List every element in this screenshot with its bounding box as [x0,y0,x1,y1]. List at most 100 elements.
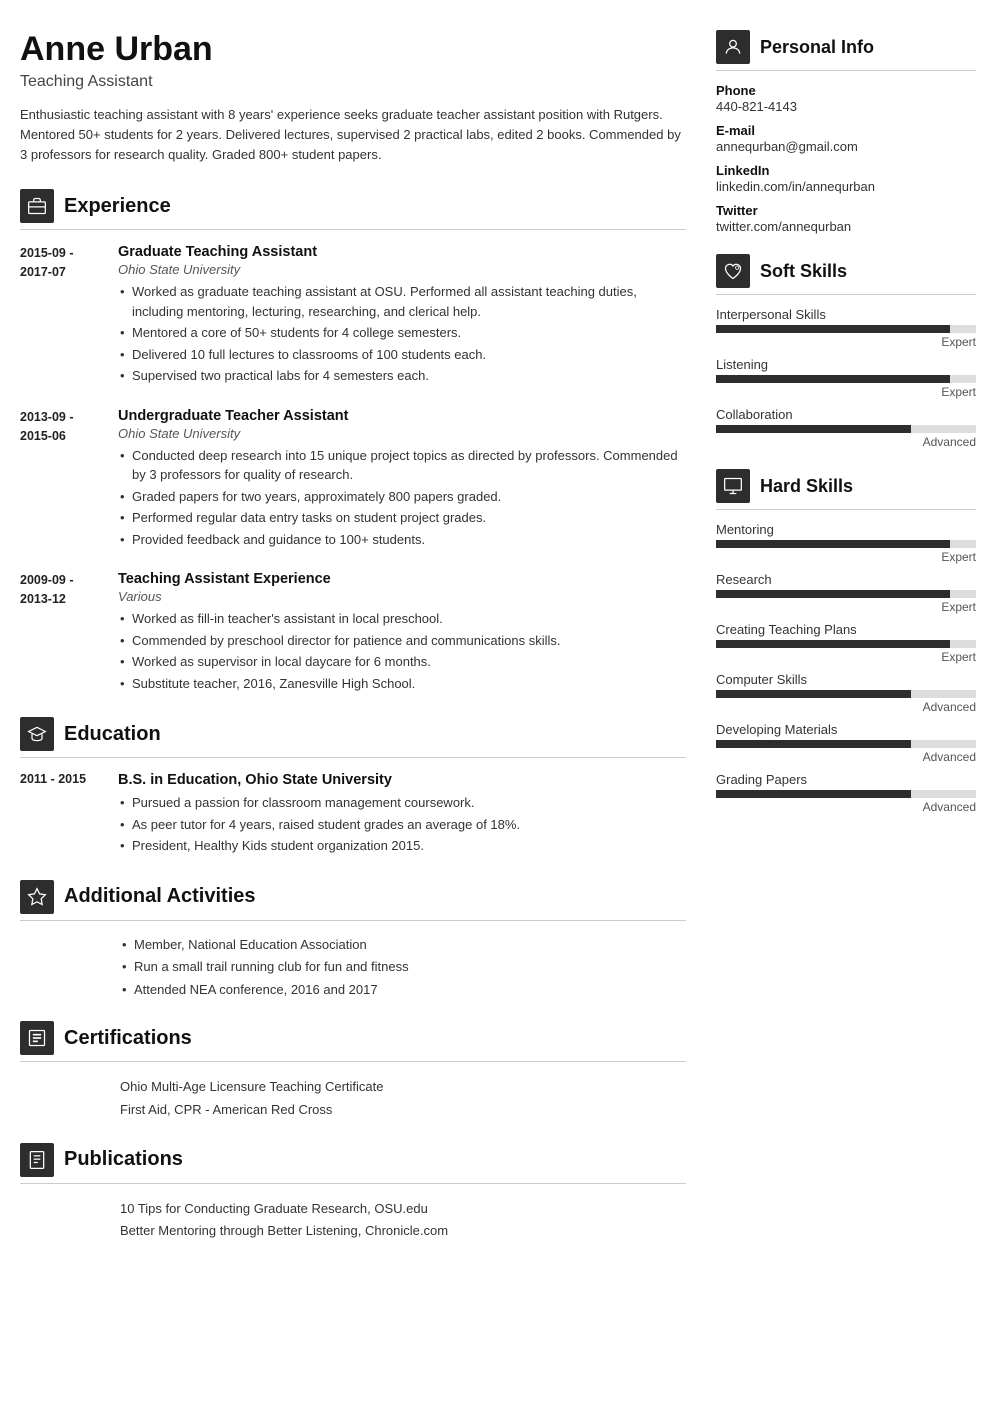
personal-info-icon [716,30,750,64]
email-value: annequrban@gmail.com [716,139,976,154]
edu-entry-1: 2011 - 2015 B.S. in Education, Ohio Stat… [20,772,686,858]
candidate-name: Anne Urban [20,30,686,69]
edu-bullet: President, Healthy Kids student organiza… [118,836,686,856]
hard-skill-item: Grading Papers Advanced [716,772,976,814]
skill-level: Advanced [716,435,976,449]
exp-org-2: Ohio State University [118,426,686,441]
exp-bullet: Delivered 10 full lectures to classrooms… [118,345,686,365]
exp-content-3: Teaching Assistant Experience Various Wo… [118,571,686,695]
skill-bar-fill [716,790,911,798]
certifications-divider [20,1061,686,1062]
linkedin-value: linkedin.com/in/annequrban [716,179,976,194]
hard-skill-item: Mentoring Expert [716,522,976,564]
exp-bullet: Mentored a core of 50+ students for 4 co… [118,323,686,343]
skill-name: Creating Teaching Plans [716,622,976,637]
skill-bar-fill [716,690,911,698]
linkedin-label: LinkedIn [716,163,976,178]
exp-job-title-2: Undergraduate Teacher Assistant [118,408,686,424]
experience-icon [20,189,54,223]
additional-title: Additional Activities [64,885,256,908]
pub-list: 10 Tips for Conducting Graduate Research… [20,1198,686,1242]
pub-item-2: Better Mentoring through Better Listenin… [120,1220,686,1242]
skill-level: Expert [716,335,976,349]
skill-bar-container [716,690,976,698]
exp-job-title-1: Graduate Teaching Assistant [118,244,686,260]
activities-list: Member, National Education Association R… [20,935,686,1000]
publications-section: Publications 10 Tips for Conducting Grad… [20,1143,686,1242]
experience-divider [20,229,686,230]
exp-job-title-3: Teaching Assistant Experience [118,571,686,587]
exp-content-2: Undergraduate Teacher Assistant Ohio Sta… [118,408,686,552]
edu-degree-1: B.S. in Education, Ohio State University [118,772,686,788]
skill-name: Interpersonal Skills [716,307,976,322]
hard-skills-list: Mentoring Expert Research Expert Creatin… [716,522,976,814]
exp-dates-1: 2015-09 - 2017-07 [20,244,102,388]
exp-bullet: Performed regular data entry tasks on st… [118,508,686,528]
skill-name: Grading Papers [716,772,976,787]
hard-skills-section: Hard Skills Mentoring Expert Research Ex… [716,469,976,814]
candidate-summary: Enthusiastic teaching assistant with 8 y… [20,105,686,165]
edu-bullets-1: Pursued a passion for classroom manageme… [118,793,686,856]
cert-item-2: First Aid, CPR - American Red Cross [120,1099,686,1121]
skill-bar-container [716,540,976,548]
skill-bar-container [716,790,976,798]
additional-section-header: Additional Activities [20,880,686,914]
publications-divider [20,1183,686,1184]
skill-bar-container [716,425,976,433]
publications-title: Publications [64,1148,183,1171]
exp-bullet: Provided feedback and guidance to 100+ s… [118,530,686,550]
candidate-title: Teaching Assistant [20,73,686,91]
skill-bar-container [716,375,976,383]
skill-level: Expert [716,600,976,614]
skill-name: Mentoring [716,522,976,537]
left-column: Anne Urban Teaching Assistant Enthusiast… [20,30,686,1376]
exp-bullet: Worked as fill-in teacher's assistant in… [118,609,686,629]
exp-entry-1: 2015-09 - 2017-07 Graduate Teaching Assi… [20,244,686,388]
hard-skill-item: Computer Skills Advanced [716,672,976,714]
soft-skills-list: Interpersonal Skills Expert Listening Ex… [716,307,976,449]
skill-bar-fill [716,375,950,383]
skill-bar-fill [716,325,950,333]
exp-bullet: Conducted deep research into 15 unique p… [118,446,686,485]
exp-bullets-3: Worked as fill-in teacher's assistant in… [118,609,686,693]
exp-bullet: Commended by preschool director for pati… [118,631,686,651]
hard-skills-title: Hard Skills [760,476,853,497]
personal-info-title: Personal Info [760,37,874,58]
education-title: Education [64,723,161,746]
soft-skill-item: Collaboration Advanced [716,407,976,449]
exp-entry-2: 2013-09 - 2015-06 Undergraduate Teacher … [20,408,686,552]
education-section-header: Education [20,717,686,751]
activity-item: Run a small trail running club for fun a… [120,957,686,977]
personal-info-fields: Phone 440-821-4143 E-mail annequrban@gma… [716,83,976,234]
exp-dates-2: 2013-09 - 2015-06 [20,408,102,552]
activity-item: Member, National Education Association [120,935,686,955]
edu-bullet: Pursued a passion for classroom manageme… [118,793,686,813]
soft-skills-icon [716,254,750,288]
education-section: Education 2011 - 2015 B.S. in Education,… [20,717,686,858]
additional-divider [20,920,686,921]
skill-name: Collaboration [716,407,976,422]
skill-level: Advanced [716,800,976,814]
edu-dates-1: 2011 - 2015 [20,772,102,858]
edu-bullet: As peer tutor for 4 years, raised studen… [118,815,686,835]
cert-list: Ohio Multi-Age Licensure Teaching Certif… [20,1076,686,1120]
twitter-value: twitter.com/annequrban [716,219,976,234]
exp-org-1: Ohio State University [118,262,686,277]
experience-section: Experience 2015-09 - 2017-07 Graduate Te… [20,189,686,695]
soft-skills-header: Soft Skills [716,254,976,288]
exp-content-1: Graduate Teaching Assistant Ohio State U… [118,244,686,388]
soft-skills-section: Soft Skills Interpersonal Skills Expert … [716,254,976,449]
skill-bar-fill [716,640,950,648]
education-divider [20,757,686,758]
exp-entry-3: 2009-09 - 2013-12 Teaching Assistant Exp… [20,571,686,695]
exp-bullet: Supervised two practical labs for 4 seme… [118,366,686,386]
experience-section-header: Experience [20,189,686,223]
hard-skills-header: Hard Skills [716,469,976,503]
experience-title: Experience [64,195,171,218]
publications-section-header: Publications [20,1143,686,1177]
skill-level: Advanced [716,750,976,764]
soft-skill-item: Listening Expert [716,357,976,399]
certifications-icon [20,1021,54,1055]
personal-info-header: Personal Info [716,30,976,64]
skill-level: Expert [716,550,976,564]
